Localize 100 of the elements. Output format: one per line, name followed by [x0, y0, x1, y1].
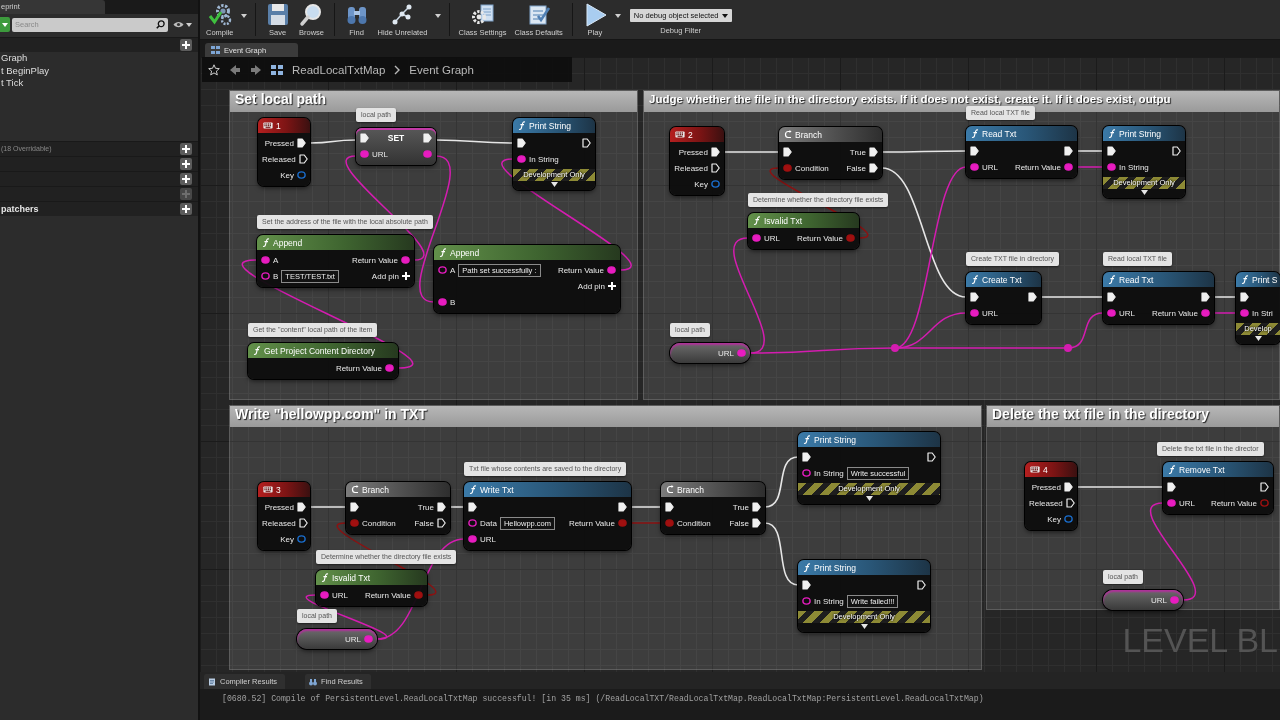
exec-pin-icon[interactable] [1172, 146, 1181, 156]
add-button[interactable] [180, 202, 192, 215]
variable-node[interactable]: URL [297, 629, 377, 649]
breadcrumb-current[interactable]: Event Graph [409, 63, 474, 76]
graph-canvas[interactable] [200, 57, 1280, 672]
exec-pin-icon[interactable] [1107, 146, 1116, 156]
key-pin-icon[interactable] [297, 535, 306, 543]
exec-pin-icon[interactable] [468, 502, 477, 512]
exec-pin-icon[interactable] [350, 502, 359, 512]
blueprint-node[interactable]: Create Txt URL [966, 272, 1041, 324]
blueprint-node[interactable]: SET URL [356, 128, 436, 165]
string-pin-icon[interactable] [261, 256, 270, 264]
string-pin-icon[interactable] [468, 519, 477, 527]
blueprint-node[interactable]: Isvalid Txt URL Return Value [748, 213, 859, 249]
exec-pin-icon[interactable] [618, 502, 627, 512]
exec-pin-icon[interactable] [582, 138, 591, 148]
blueprint-node[interactable]: Branch True Condition False [346, 482, 450, 534]
variable-node[interactable]: URL [1103, 590, 1183, 610]
exec-pin-icon[interactable] [437, 502, 446, 512]
blueprint-node[interactable]: Isvalid Txt URL Return Value [316, 570, 427, 606]
string-pin-icon[interactable] [320, 591, 329, 599]
string-pin-icon[interactable] [1201, 309, 1210, 317]
string-pin-icon[interactable] [1167, 499, 1176, 507]
add-button[interactable] [180, 39, 192, 51]
string-pin-icon[interactable] [261, 272, 270, 280]
exec-pin-icon[interactable] [437, 518, 446, 528]
exec-pin-icon[interactable] [1064, 482, 1073, 492]
string-pin-icon[interactable] [1107, 309, 1116, 317]
string-pin-icon[interactable] [517, 155, 526, 163]
exec-pin-icon[interactable] [752, 518, 761, 528]
exec-pin-icon[interactable] [752, 502, 761, 512]
blueprint-node[interactable]: Read Txt URL Return Value [1103, 272, 1214, 324]
string-pin-icon[interactable] [802, 469, 811, 477]
add-new-button[interactable] [0, 17, 10, 32]
string-pin-icon[interactable] [607, 266, 616, 274]
tree-item[interactable]: t BeginPlay [0, 64, 198, 77]
breadcrumb-link[interactable]: ReadLocalTxtMap [292, 63, 386, 76]
visibility-button[interactable] [170, 21, 192, 28]
exec-pin-icon[interactable] [360, 133, 369, 143]
expand-arrow-icon[interactable] [865, 496, 873, 501]
blueprint-node[interactable]: 4 Pressed Released Key [1025, 462, 1077, 530]
key-pin-icon[interactable] [711, 180, 720, 188]
expand-arrow-icon[interactable] [1140, 190, 1148, 195]
exec-pin-icon[interactable] [869, 163, 878, 173]
exec-pin-icon[interactable] [711, 147, 720, 157]
string-pin-icon[interactable] [438, 298, 447, 306]
string-pin-icon[interactable] [970, 163, 979, 171]
exec-pin-icon[interactable] [297, 502, 306, 512]
exec-pin-icon[interactable] [917, 580, 926, 590]
exec-pin-icon[interactable] [1064, 146, 1073, 156]
string-pin-icon[interactable] [438, 266, 447, 274]
add-button[interactable] [180, 142, 192, 155]
exec-pin-icon[interactable] [711, 163, 720, 173]
string-pin-icon[interactable] [970, 309, 979, 317]
exec-pin-icon[interactable] [1028, 292, 1037, 302]
key-pin-icon[interactable] [1064, 515, 1073, 523]
blueprint-node[interactable]: Branch True Condition False [779, 127, 882, 179]
blueprint-node[interactable]: 2 Pressed Released Key [670, 127, 724, 195]
blueprint-node[interactable]: 3 Pressed Released Key [258, 482, 310, 550]
exec-pin-icon[interactable] [423, 133, 432, 143]
exec-pin-icon[interactable] [665, 502, 674, 512]
tree-item[interactable]: Graph [0, 52, 198, 65]
expand-arrow-icon[interactable] [550, 182, 558, 187]
star-icon[interactable] [208, 63, 220, 76]
string-pin-icon[interactable] [385, 364, 394, 372]
exec-pin-icon[interactable] [1107, 292, 1116, 302]
blueprint-node[interactable]: Remove Txt URL Return Value [1163, 462, 1273, 514]
string-pin-icon[interactable] [468, 535, 477, 543]
exec-pin-icon[interactable] [970, 146, 979, 156]
exec-pin-icon[interactable] [927, 452, 936, 462]
exec-pin-icon[interactable] [298, 518, 308, 528]
add-pin-button[interactable]: Add pin [577, 281, 616, 291]
exec-pin-icon[interactable] [1167, 482, 1176, 492]
blueprint-node[interactable]: 1 Pressed Released Key [258, 118, 310, 186]
blueprint-node[interactable]: Get Project Content Directory Return Value [248, 343, 398, 379]
exec-pin-icon[interactable] [517, 138, 526, 148]
exec-pin-icon[interactable] [1201, 292, 1210, 302]
blueprint-node[interactable]: Read Txt URL Return Value [966, 126, 1077, 178]
exec-pin-icon[interactable] [1065, 498, 1075, 508]
exec-pin-icon[interactable] [298, 154, 308, 164]
exec-pin-icon[interactable] [783, 147, 792, 157]
add-button[interactable] [180, 157, 192, 170]
string-pin-icon[interactable] [802, 597, 811, 605]
exec-pin-icon[interactable] [297, 138, 306, 148]
string-pin-icon[interactable] [1107, 163, 1116, 171]
string-pin-icon[interactable] [423, 150, 432, 158]
variable-node[interactable]: URL [670, 343, 750, 363]
forward-arrow-icon[interactable] [250, 63, 262, 76]
string-pin-icon[interactable] [360, 150, 369, 158]
blueprint-node[interactable]: Branch True Condition False [661, 482, 765, 534]
expand-arrow-icon[interactable] [860, 624, 868, 629]
expand-arrow-icon[interactable] [1254, 336, 1262, 341]
string-pin-icon[interactable] [401, 256, 410, 264]
add-pin-button[interactable]: Add pin [371, 271, 410, 281]
exec-pin-icon[interactable] [970, 292, 979, 302]
key-pin-icon[interactable] [297, 171, 306, 179]
exec-pin-icon[interactable] [802, 452, 811, 462]
tree-item[interactable]: t Tick [0, 77, 198, 90]
string-pin-icon[interactable] [1240, 309, 1249, 317]
exec-pin-icon[interactable] [869, 147, 878, 157]
